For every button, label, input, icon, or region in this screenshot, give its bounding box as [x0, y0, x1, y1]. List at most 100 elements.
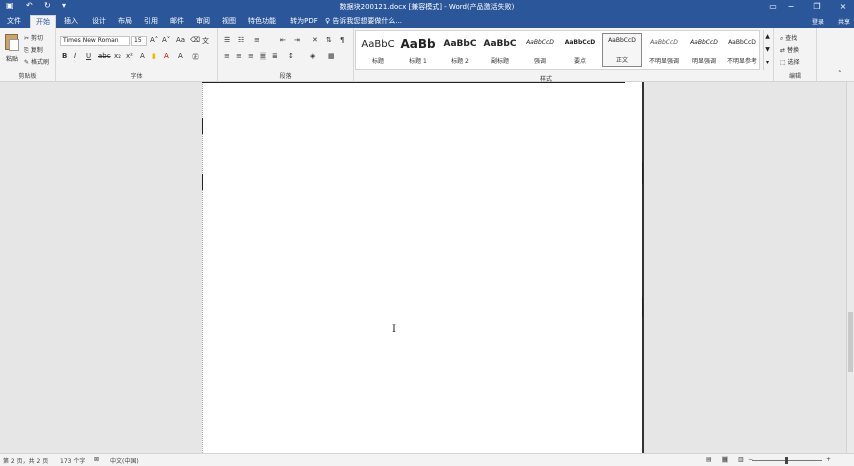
window-title: 数据块200121.docx [兼容模式] - Word(产品激活失败)	[339, 3, 515, 11]
style-heading-1[interactable]: AaBb 标题 1	[398, 33, 438, 67]
phonetic-guide-icon[interactable]: 文	[202, 36, 209, 46]
tab-review[interactable]: 审阅	[190, 15, 216, 28]
style-subtle-reference[interactable]: AaBbCcD 不明显参考	[722, 33, 762, 67]
style-strong[interactable]: AaBbCcD 要点	[560, 33, 600, 67]
status-bar: 第 2 页，共 2 页 173 个字 ⊠ 中文(中国) ▤ ▦ ▥ − +	[0, 453, 854, 466]
subscript-icon[interactable]: x₂	[114, 52, 121, 60]
web-layout-icon[interactable]: ▥	[738, 456, 744, 463]
text-effects-icon[interactable]: A	[140, 52, 145, 60]
superscript-icon[interactable]: x²	[126, 52, 133, 60]
tab-mailings[interactable]: 邮件	[164, 15, 190, 28]
bullets-icon[interactable]: ☰	[224, 36, 230, 44]
style-heading-2[interactable]: AaBbC 标题 2	[440, 33, 480, 67]
minimize-icon[interactable]: −	[784, 0, 798, 13]
format-painter-button[interactable]: ✎ 格式刷	[24, 57, 49, 66]
chinese-layout-icon[interactable]: ✕	[312, 36, 318, 44]
editing-group-label: 编辑	[788, 73, 801, 80]
print-layout-icon[interactable]: ▦	[722, 456, 728, 463]
language-indicator[interactable]: 中文(中国)	[110, 456, 139, 465]
zoom-slider-thumb[interactable]	[785, 457, 788, 464]
tab-special-features[interactable]: 特色功能	[244, 15, 280, 28]
styles-gallery: AaBbC 标题 AaBb 标题 1 AaBbC 标题 2 AaBbC 副标题 …	[355, 30, 760, 70]
share-button[interactable]: 共享	[838, 17, 850, 26]
center-icon[interactable]: ≡	[236, 52, 242, 60]
title-bar: ▣ ↶ ↻ ▾ 数据块200121.docx [兼容模式] - Word(产品激…	[0, 0, 854, 13]
page-count[interactable]: 第 2 页，共 2 页	[3, 456, 48, 465]
font-name-select[interactable]: Times New Roman	[60, 36, 130, 46]
word-count[interactable]: 173 个字	[60, 456, 85, 465]
page-top-border	[202, 82, 625, 83]
justify-icon[interactable]: ≡	[260, 52, 266, 60]
copy-button[interactable]: ⎘ 复制	[24, 45, 43, 55]
styles-more-icon[interactable]: ▾	[764, 56, 771, 69]
tab-insert[interactable]: 插入	[58, 15, 84, 28]
document-page[interactable]	[202, 82, 644, 453]
grow-font-icon[interactable]: A˄	[150, 36, 158, 44]
paste-icon	[5, 34, 19, 51]
underline-icon[interactable]: U	[86, 52, 91, 60]
highlight-icon[interactable]: ▮	[152, 52, 156, 60]
styles-scroll[interactable]: ▲ ▼ ▾	[763, 30, 771, 70]
text-cursor-icon: I	[392, 324, 396, 335]
tab-references[interactable]: 引用	[138, 15, 164, 28]
style-subtitle[interactable]: AaBbC 副标题	[480, 33, 520, 67]
cut-button[interactable]: ✂ 剪切	[24, 33, 43, 42]
document-area: I	[0, 82, 854, 453]
margin-mark	[642, 162, 643, 184]
shrink-font-icon[interactable]: A˅	[162, 36, 170, 44]
sign-in-link[interactable]: 登录	[812, 17, 824, 26]
italic-icon[interactable]: I	[74, 52, 76, 60]
close-icon[interactable]: ×	[836, 0, 850, 13]
zoom-in-icon[interactable]: +	[826, 456, 831, 463]
tab-layout[interactable]: 布局	[112, 15, 138, 28]
style-emphasis[interactable]: AaBbCcD 强调	[520, 33, 560, 67]
font-group: Times New Roman 15 A˄ A˅ Aa ⌫ 文 B I U ab…	[56, 28, 218, 82]
tab-convert-pdf[interactable]: 转为PDF	[284, 15, 324, 28]
style-title[interactable]: AaBbC 标题	[358, 33, 398, 67]
styles-scroll-down-icon[interactable]: ▼	[764, 43, 771, 56]
character-shading-icon[interactable]: A	[178, 52, 183, 60]
styles-scroll-up-icon[interactable]: ▲	[764, 30, 771, 43]
shading-icon[interactable]: ◈	[310, 52, 315, 60]
bold-icon[interactable]: B	[62, 52, 67, 60]
tab-file[interactable]: 文件	[2, 15, 26, 28]
clear-formatting-icon[interactable]: ⌫	[190, 36, 200, 44]
decrease-indent-icon[interactable]: ⇤	[280, 36, 286, 44]
enclose-characters-icon[interactable]: ㊣	[192, 52, 199, 62]
sort-icon[interactable]: ⇅	[326, 36, 332, 44]
paste-button[interactable]: 粘贴	[3, 32, 21, 66]
ribbon-display-options-icon[interactable]: ▭	[766, 0, 780, 13]
find-button[interactable]: ⌕ 查找	[780, 33, 797, 43]
read-mode-icon[interactable]: ▤	[706, 456, 712, 463]
restore-icon[interactable]: ❐	[810, 0, 824, 13]
margin-mark	[202, 174, 203, 190]
tell-me-search[interactable]: ♀ 告诉我您想要做什么...	[325, 16, 402, 26]
line-spacing-icon[interactable]: ↕	[288, 52, 294, 60]
style-subtle-emphasis[interactable]: AaBbCcD 不明显强调	[644, 33, 684, 67]
proofing-icon[interactable]: ⊠	[94, 456, 99, 463]
change-case-icon[interactable]: Aa	[176, 36, 185, 44]
style-normal[interactable]: AaBbCcD 正文	[602, 33, 642, 67]
numbering-icon[interactable]: ☷	[238, 36, 244, 44]
select-button[interactable]: ⬚ 选择	[780, 57, 800, 66]
style-intense-emphasis[interactable]: AaBbCcD 明显强调	[684, 33, 724, 67]
increase-indent-icon[interactable]: ⇥	[294, 36, 300, 44]
distributed-icon[interactable]: ≣	[272, 52, 278, 60]
editing-group: ⌕ 查找 ⇄ 替换 ⬚ 选择 编辑	[773, 28, 817, 82]
collapse-ribbon-icon[interactable]: ˄	[838, 70, 842, 78]
borders-icon[interactable]: ▦	[328, 52, 335, 60]
align-left-icon[interactable]: ≡	[224, 52, 230, 60]
font-color-icon[interactable]: A	[164, 52, 169, 60]
ribbon: 粘贴 ✂ 剪切 ⎘ 复制 ✎ 格式刷 剪贴板 Times New Roman 1…	[0, 28, 854, 83]
align-right-icon[interactable]: ≡	[248, 52, 254, 60]
font-size-select[interactable]: 15	[131, 36, 147, 46]
tab-view[interactable]: 视图	[216, 15, 242, 28]
replace-button[interactable]: ⇄ 替换	[780, 45, 799, 54]
tab-design[interactable]: 设计	[86, 15, 112, 28]
vertical-scrollbar[interactable]	[846, 82, 854, 453]
tab-home[interactable]: 开始	[30, 15, 56, 28]
strikethrough-icon[interactable]: abc	[98, 52, 111, 60]
multilevel-list-icon[interactable]: ≡	[254, 36, 260, 44]
scrollbar-thumb[interactable]	[848, 312, 853, 372]
show-marks-icon[interactable]: ¶	[340, 36, 344, 44]
